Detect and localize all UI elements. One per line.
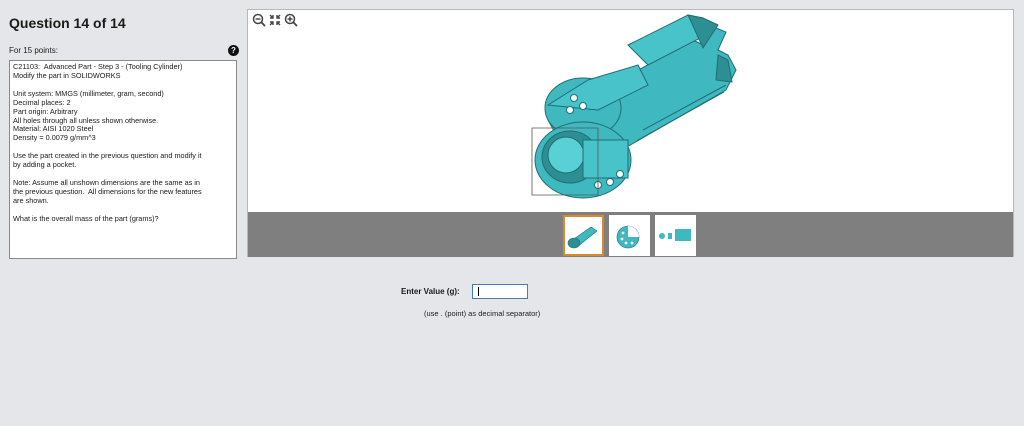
thumbnail-strip [248,212,1013,257]
thumbnail-isometric-view[interactable] [563,215,604,256]
answer-input[interactable] [471,284,528,299]
points-row: For 15 points: ? [9,43,239,57]
question-title: Question 14 of 14 [9,15,126,31]
zoom-toolbar [252,13,298,27]
help-icon[interactable]: ? [228,44,239,56]
thumbnail-side-views[interactable] [655,215,696,256]
question-line: Modify the part in SOLIDWORKS [13,70,121,80]
question-line: by adding a pocket. [13,160,77,170]
answer-label: Enter Value (g): [401,287,460,296]
fit-to-window-icon[interactable] [268,13,282,27]
image-viewer [247,9,1014,257]
question-panel: Question 14 of 14 For 15 points: ? C2110… [9,9,239,259]
question-line: Density = 0.0079 g/mm^3 [13,133,96,143]
model-image [248,10,1015,212]
question-line: are shown. [13,195,49,205]
question-line: What is the overall mass of the part (gr… [13,213,159,223]
answer-row: Enter Value (g): [401,284,528,299]
points-label: For 15 points: [9,45,58,55]
question-text-box[interactable]: C21103: Advanced Part - Step 3 - (Toolin… [9,60,237,259]
zoom-out-icon[interactable] [252,13,266,27]
decimal-separator-hint: (use . (point) as decimal separator) [424,309,541,318]
thumbnail-front-view[interactable] [609,215,650,256]
text-cursor [478,287,479,296]
zoom-in-icon[interactable] [284,13,298,27]
